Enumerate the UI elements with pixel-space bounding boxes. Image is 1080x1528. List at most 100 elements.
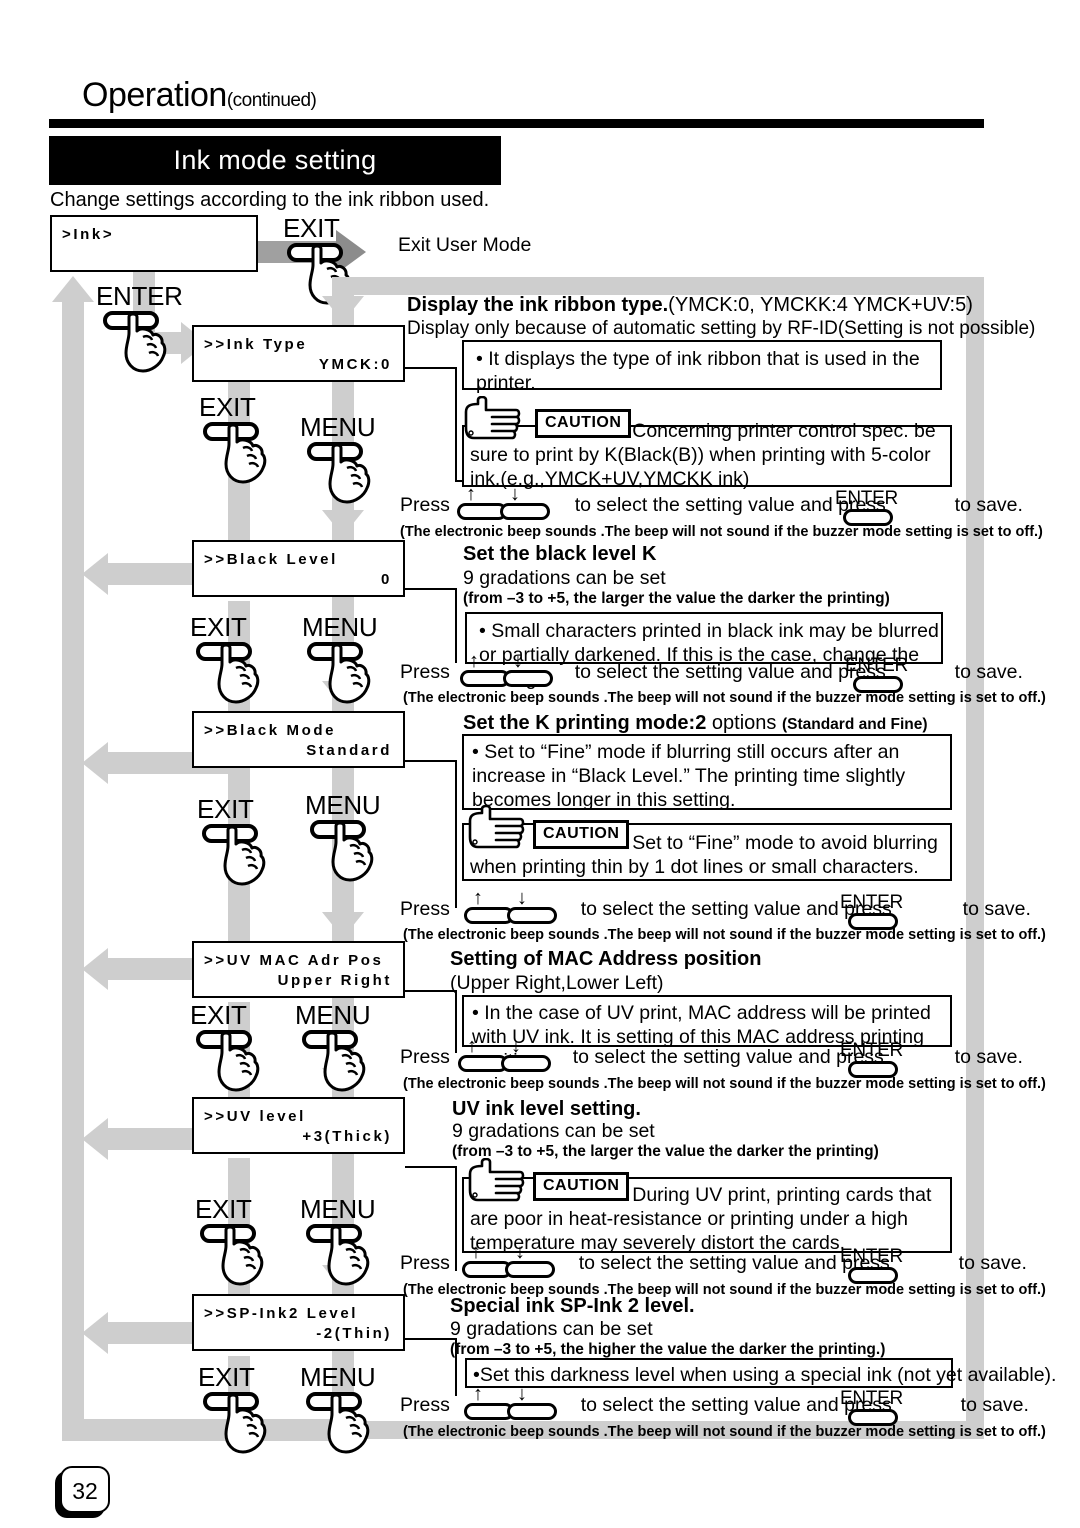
caution-tag-3: CAUTION	[533, 820, 630, 849]
step4-heading: Setting of MAC Address position	[450, 948, 762, 970]
page-title-suffix: (continued)	[226, 90, 317, 111]
lcd-root: >Ink>	[50, 215, 258, 272]
down-button-2[interactable]	[503, 670, 553, 687]
menu-label-2: MENU	[302, 612, 378, 642]
step3-note-text: • Set to “Fine” mode if blurring still o…	[472, 741, 906, 811]
enter-label-press-1: ENTER	[835, 488, 898, 509]
page-title: Operation(continued)	[82, 76, 317, 115]
press-prefix: Press	[400, 898, 450, 920]
lcd-line2: +3(Thick)	[302, 1128, 392, 1145]
lcd-sp-ink2-level: >>SP-Ink2 Level -2(Thin)	[192, 1294, 405, 1351]
down-button-5[interactable]	[505, 1261, 555, 1278]
pointing-hand-icon	[331, 821, 374, 882]
lcd-uv-level: >>UV level +3(Thick)	[192, 1097, 405, 1154]
pointing-hand-icon	[328, 443, 371, 504]
exit-label-root: EXIT	[283, 213, 340, 243]
down-button-6[interactable]	[507, 1403, 557, 1420]
lcd-ink-type: >>Ink Type YMCK:0	[192, 325, 405, 382]
press-middle: to select the setting value and press	[572, 1046, 884, 1068]
step2-range-note: (from –3 to +5, the larger the value the…	[463, 590, 890, 607]
down-button-1[interactable]	[500, 503, 550, 520]
exit-branch-arrowhead-2	[82, 742, 108, 784]
pointing-hand-icon	[468, 1158, 525, 1202]
step6-heading: Special ink SP-Ink 2 level.	[450, 1295, 695, 1317]
step4-subheading: (Upper Right,Lower Left)	[450, 972, 664, 994]
menu-label-1: MENU	[300, 412, 376, 442]
press-prefix: Press	[400, 661, 450, 683]
enter-label-press-5: ENTER	[840, 1246, 903, 1267]
connector-h-1	[405, 367, 457, 369]
menu-label-4: MENU	[295, 1000, 371, 1030]
step1-note-box: • It displays the type of ink ribbon tha…	[462, 340, 942, 394]
down-button-3[interactable]	[507, 907, 557, 924]
enter-label-root: ENTER	[96, 281, 183, 311]
lcd-line1: >>Ink Type	[204, 336, 308, 353]
page-number: 32	[72, 1478, 98, 1504]
section-title: Ink mode setting	[173, 145, 377, 175]
menu-label-3: MENU	[305, 790, 381, 820]
lcd-line1: >>Black Mode	[204, 722, 337, 739]
enter-label-press-4: ENTER	[840, 1040, 903, 1061]
menu-arrowhead-4	[322, 912, 364, 938]
return-spine-arrowhead	[52, 276, 94, 302]
step1-heading-bold: Display the ink ribbon type.	[407, 294, 669, 316]
step3-heading-small: (Standard and Fine)	[781, 716, 928, 733]
exit-branch-arrowhead-5	[82, 1312, 108, 1354]
header-rule	[49, 119, 984, 128]
page-title-main: Operation	[82, 76, 227, 114]
pointing-hand-icon	[323, 1031, 366, 1092]
lcd-line2: Standard	[306, 742, 392, 759]
beep-note-2: (The electronic beep sounds .The beep wi…	[403, 690, 1046, 706]
page-number-badge: 32	[60, 1466, 110, 1513]
step2-heading: Set the black level K	[463, 543, 657, 565]
lcd-uv-mac-pos: >>UV MAC Adr Pos Upper Right	[192, 941, 405, 998]
step5-heading: UV ink level setting.	[452, 1098, 641, 1120]
menu-arrowhead-2	[322, 510, 364, 536]
press-prefix: Press	[400, 1394, 450, 1416]
pointing-hand-icon	[224, 1393, 267, 1454]
step3-heading: Set the K printing mode:2 options (Stand…	[463, 712, 928, 735]
press-suffix: to save.	[954, 661, 1023, 683]
pointing-hand-icon	[221, 1225, 264, 1286]
lcd-line1: >>UV MAC Adr Pos	[204, 952, 384, 969]
lcd-line2: YMCK:0	[318, 356, 392, 373]
lcd-line2: Upper Right	[277, 972, 392, 989]
enter-label-press-6: ENTER	[840, 1388, 903, 1409]
lcd-line1: >>Black Level	[204, 551, 338, 568]
beep-note-3: (The electronic beep sounds .The beep wi…	[403, 927, 1046, 943]
caution-tag-5: CAUTION	[533, 1172, 630, 1201]
return-spine-bottom-leg	[62, 1419, 341, 1441]
lcd-line1: >>UV level	[204, 1108, 306, 1125]
lcd-root-line1: >Ink>	[62, 226, 115, 243]
step6-range-note: (from –3 to +5, the higher the value the…	[450, 1341, 886, 1358]
lcd-line2: -2(Thin)	[316, 1325, 392, 1342]
press-suffix: to save.	[960, 1394, 1029, 1416]
pointing-hand-icon	[217, 643, 260, 704]
pointing-hand-icon	[327, 1225, 370, 1286]
lcd-black-level: >>Black Level 0	[192, 540, 405, 597]
step3-heading-bold: Set the K printing mode:2	[463, 712, 707, 734]
pointing-hand-icon	[224, 423, 267, 484]
connector-v-4	[455, 990, 457, 1053]
frame-top-band	[325, 277, 984, 295]
press-prefix: Press	[400, 1046, 450, 1068]
step1-heading-rest: (YMCK:0, YMCKK:4 YMCK+UV:5)	[668, 294, 973, 316]
pointing-hand-icon	[124, 312, 167, 373]
exit-branch-arrowhead-4	[82, 1118, 108, 1160]
step1-subheading: Display only because of automatic settin…	[407, 318, 1036, 339]
menu-label-6: MENU	[300, 1362, 376, 1392]
step3-heading-rest: options	[711, 712, 777, 734]
caution-tag-1: CAUTION	[535, 409, 632, 438]
intro-text: Change settings according to the ink rib…	[50, 189, 490, 211]
step5-subheading: 9 gradations can be set	[452, 1120, 655, 1142]
pointing-hand-icon	[464, 396, 521, 440]
step6-subheading: 9 gradations can be set	[450, 1318, 653, 1340]
manual-page: Operation(continued) Ink mode setting Ch…	[0, 0, 1080, 1528]
lcd-line1: >>SP-Ink2 Level	[204, 1305, 359, 1322]
step1-note-text: • It displays the type of ink ribbon tha…	[476, 348, 920, 394]
connector-v-2	[455, 588, 457, 663]
down-button-4[interactable]	[501, 1055, 551, 1072]
exit-label-3: EXIT	[197, 794, 254, 824]
exit-label-1: EXIT	[199, 392, 256, 422]
exit-branch-arrowhead-3	[82, 948, 108, 990]
